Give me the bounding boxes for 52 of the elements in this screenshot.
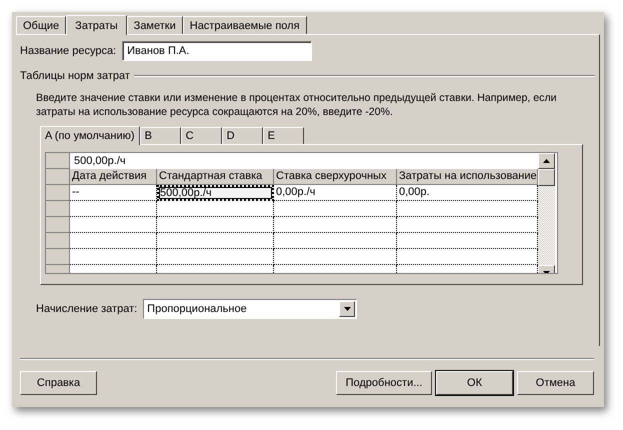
- table-cell[interactable]: 0,00р./ч: [274, 185, 397, 201]
- tab[interactable]: C: [180, 127, 222, 144]
- tab[interactable]: Общие: [16, 16, 66, 34]
- scrollbar[interactable]: [538, 153, 555, 273]
- field-label: Название ресурса:: [20, 45, 116, 57]
- column-header[interactable]: Ставка сверхурочных: [274, 169, 397, 185]
- hint-text: Введите значение ставки или изменение в процентах относительно предыдущей ставки. Например, если затраты на использование ресурса сокращаются на 20%, введите -20%.: [36, 91, 558, 119]
- table-cell[interactable]: [397, 233, 538, 249]
- table-cell[interactable]: [274, 233, 397, 249]
- table-cell[interactable]: [397, 249, 538, 265]
- tab[interactable]: Настраиваемые поля: [182, 16, 307, 34]
- cost-accrual-dropdown[interactable]: Пропорциональное: [143, 299, 358, 319]
- table-cell[interactable]: [70, 201, 157, 217]
- row-header[interactable]: [46, 217, 70, 233]
- table-cell[interactable]: [70, 217, 157, 233]
- caret-icon: [344, 307, 351, 311]
- group-title: Таблицы норм затрат: [20, 70, 130, 82]
- row-header[interactable]: [46, 233, 70, 249]
- dialog-button[interactable]: Отмена: [517, 371, 594, 395]
- column-header[interactable]: Стандартная ставка: [157, 169, 274, 185]
- tab[interactable]: Затраты: [66, 15, 127, 35]
- table-cell[interactable]: [274, 201, 397, 217]
- help-button[interactable]: Справка: [20, 371, 97, 395]
- dialog-button[interactable]: Подробности...: [336, 371, 432, 395]
- tab[interactable]: E: [262, 127, 304, 144]
- table-cell[interactable]: [70, 249, 157, 265]
- scroll-up-icon: [543, 159, 550, 163]
- scroll-thumb[interactable]: [538, 169, 555, 186]
- table-cell[interactable]: [397, 217, 538, 233]
- table-cell[interactable]: 500,00р./ч: [157, 185, 274, 201]
- table-cell[interactable]: [157, 217, 274, 233]
- table-cell[interactable]: [157, 249, 274, 265]
- row-header[interactable]: [46, 185, 70, 201]
- tab[interactable]: B: [140, 127, 181, 144]
- table-cell[interactable]: 0,00р.: [397, 185, 538, 201]
- column-header[interactable]: Дата действия: [70, 169, 157, 185]
- table-cell[interactable]: [397, 201, 538, 217]
- field-label: Начисление затрат:: [36, 303, 138, 315]
- table-cell[interactable]: [157, 233, 274, 249]
- tab[interactable]: D: [222, 127, 263, 144]
- dialog-button[interactable]: ОК: [436, 371, 513, 395]
- tab[interactable]: A (по умолчанию): [40, 126, 140, 145]
- row-header[interactable]: [46, 201, 70, 217]
- table-cell[interactable]: [157, 201, 274, 217]
- column-header[interactable]: Затраты на использование: [397, 169, 538, 185]
- tab[interactable]: Заметки: [126, 16, 183, 34]
- table-cell[interactable]: [70, 233, 157, 249]
- table-cell[interactable]: [274, 249, 397, 265]
- row-header[interactable]: [46, 249, 70, 265]
- resource-name-field[interactable]: Иванов П.А.: [122, 41, 312, 61]
- table-cell[interactable]: [274, 217, 397, 233]
- scroll-up-button[interactable]: [538, 153, 555, 169]
